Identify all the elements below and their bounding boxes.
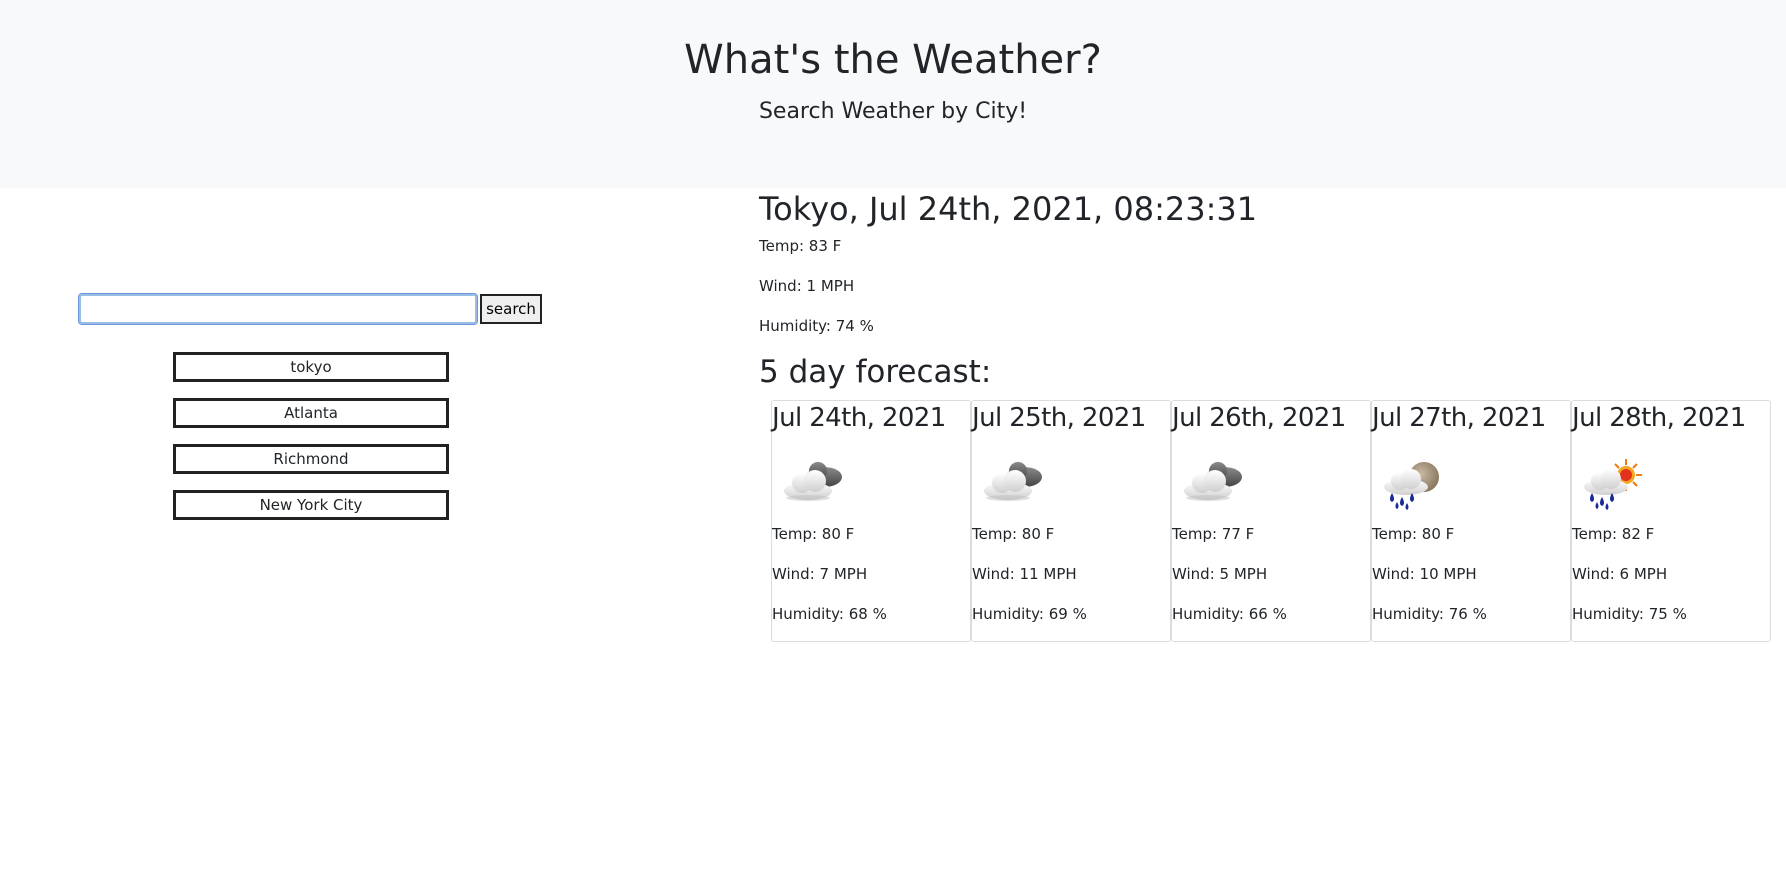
forecast-wind: Wind: 10 MPH: [1372, 565, 1477, 583]
page-header: What's the Weather? Search Weather by Ci…: [0, 0, 1786, 188]
page-title: What's the Weather?: [684, 37, 1102, 83]
city-search-input[interactable]: [78, 293, 478, 325]
forecast-temp: Temp: 80 F: [1372, 525, 1455, 543]
forecast-card: Jul 25th, 2021 Temp: 80 F Wind: 11 MPH H…: [971, 400, 1171, 642]
current-weather-title: Tokyo, Jul 24th, 2021, 08:23:31: [759, 190, 1258, 228]
forecast-title: 5 day forecast:: [759, 354, 992, 390]
overcast-clouds-icon: [784, 462, 842, 501]
forecast-temp: Temp: 80 F: [972, 525, 1055, 543]
forecast-temp: Temp: 82 F: [1572, 525, 1655, 543]
forecast-card: Jul 26th, 2021 Temp: 77 F Wind: 5 MPH Hu…: [1171, 400, 1371, 642]
current-temp: Temp: 83 F: [759, 237, 842, 255]
forecast-card: Jul 27th, 2021 Temp: 80 F Wind: 10 MPH H…: [1371, 400, 1571, 642]
forecast-humidity: Humidity: 66 %: [1172, 605, 1287, 623]
forecast-temp: Temp: 80 F: [772, 525, 855, 543]
forecast-wind: Wind: 5 MPH: [1172, 565, 1268, 583]
forecast-date: Jul 25th, 2021: [972, 403, 1146, 433]
forecast-wind: Wind: 11 MPH: [972, 565, 1077, 583]
search-button[interactable]: search: [480, 294, 542, 324]
history-city-button[interactable]: Richmond: [173, 444, 449, 474]
current-wind: Wind: 1 MPH: [759, 277, 855, 295]
forecast-humidity: Humidity: 68 %: [772, 605, 887, 623]
forecast-card: Jul 28th, 2021 Temp: 82 F Wind: 6 MPH Hu…: [1571, 400, 1771, 642]
forecast-cards: Jul 24th, 2021 Temp: 80 F Wind: 7 MPH Hu…: [771, 400, 1771, 642]
history-city-button[interactable]: Atlanta: [173, 398, 449, 428]
search-history: tokyo Atlanta Richmond New York City: [173, 352, 449, 536]
rain-night-icon: [1384, 462, 1439, 510]
forecast-date: Jul 26th, 2021: [1172, 403, 1346, 433]
overcast-clouds-icon: [1184, 462, 1242, 501]
forecast-wind: Wind: 6 MPH: [1572, 565, 1668, 583]
forecast-humidity: Humidity: 69 %: [972, 605, 1087, 623]
forecast-date: Jul 28th, 2021: [1572, 403, 1746, 433]
search-form: search: [78, 293, 542, 325]
forecast-card: Jul 24th, 2021 Temp: 80 F Wind: 7 MPH Hu…: [771, 400, 971, 642]
forecast-humidity: Humidity: 75 %: [1572, 605, 1687, 623]
forecast-temp: Temp: 77 F: [1172, 525, 1255, 543]
history-city-button[interactable]: tokyo: [173, 352, 449, 382]
forecast-date: Jul 27th, 2021: [1372, 403, 1546, 433]
overcast-clouds-icon: [984, 462, 1042, 501]
current-humidity: Humidity: 74 %: [759, 317, 874, 335]
rain-sun-icon: [1584, 459, 1642, 510]
forecast-date: Jul 24th, 2021: [772, 403, 946, 433]
history-city-button[interactable]: New York City: [173, 490, 449, 520]
forecast-wind: Wind: 7 MPH: [772, 565, 868, 583]
forecast-humidity: Humidity: 76 %: [1372, 605, 1487, 623]
search-panel: search tokyo Atlanta Richmond New York C…: [0, 188, 740, 889]
page-subtitle: Search Weather by City!: [758, 99, 1028, 124]
